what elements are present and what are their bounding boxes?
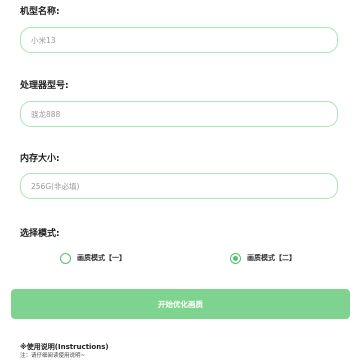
model-name-label: 机型名称: (20, 7, 60, 17)
radio-option-mode-1[interactable]: 画质模式【一】 (60, 250, 126, 266)
start-optimize-button[interactable]: 开始优化画质 (11, 289, 350, 319)
mode-select-label: 选择模式: (20, 229, 60, 239)
memory-size-field[interactable] (20, 173, 338, 199)
mode-radio-group: 画质模式【一】 画质模式【二】 (0, 250, 360, 266)
instructions-title: ※使用说明(Instructions) (20, 343, 109, 351)
model-name-field[interactable] (20, 27, 338, 53)
processor-model-input[interactable] (31, 109, 337, 119)
radio-option-label: 画质模式【二】 (247, 254, 296, 262)
processor-model-field[interactable] (20, 101, 338, 127)
model-name-input[interactable] (31, 35, 337, 45)
radio-option-label: 画质模式【一】 (77, 254, 126, 262)
radio-unchecked-icon[interactable] (60, 252, 71, 264)
radio-option-mode-2[interactable]: 画质模式【二】 (230, 250, 296, 266)
radio-checked-icon[interactable] (230, 252, 241, 264)
memory-size-label: 内存大小: (20, 154, 60, 164)
memory-size-input[interactable] (31, 181, 337, 191)
optimization-form-page: 机型名称: 处理器型号: 内存大小: 选择模式: 画质模式【一】 画质模式【二】… (0, 0, 360, 360)
processor-model-label: 处理器型号: (20, 81, 69, 91)
instructions-note: 注：请仔细阅读使用说明~ (20, 353, 86, 359)
